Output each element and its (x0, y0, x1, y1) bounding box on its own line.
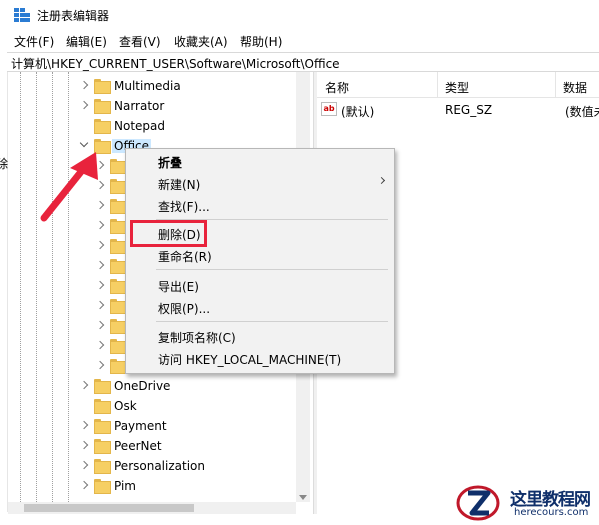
tree-item-label: Notepad (114, 119, 165, 133)
value-data: (数值未 (565, 105, 599, 119)
folder-icon (110, 259, 127, 274)
tree-item-peernet[interactable]: PeerNet (8, 436, 308, 456)
folder-icon (94, 119, 111, 134)
tree-item-payment[interactable]: Payment (8, 416, 308, 436)
folder-icon (110, 279, 127, 294)
chevron-right-icon[interactable] (96, 299, 106, 313)
folder-icon (94, 419, 111, 434)
folder-icon (110, 179, 127, 194)
menu-item-new[interactable]: 新建(N) (126, 173, 394, 193)
value-row[interactable]: ab (默认) REG_SZ (数值未 (317, 102, 599, 120)
folder-icon (94, 379, 111, 394)
value-type: REG_SZ (445, 103, 493, 117)
menu-help[interactable]: 帮助(H) (240, 33, 282, 50)
folder-icon (110, 159, 127, 174)
left-edge-text: 除 (0, 157, 9, 171)
tree-item-label: Personalization (114, 459, 205, 473)
chevron-right-icon[interactable] (80, 379, 90, 393)
folder-icon (110, 199, 127, 214)
tree-horizontal-scrollbar[interactable] (8, 502, 296, 514)
menu-separator (156, 321, 388, 322)
menu-file[interactable]: 文件(F) (14, 33, 54, 50)
value-name: (默认) (341, 105, 375, 119)
chevron-right-icon (377, 176, 386, 185)
tree-item-label: Narrator (114, 99, 165, 113)
column-type[interactable]: 类型 (445, 79, 469, 96)
column-divider[interactable] (555, 72, 556, 98)
tree-item-label: Multimedia (114, 79, 181, 93)
chevron-right-icon[interactable] (80, 99, 90, 113)
site-logo-icon (456, 485, 500, 521)
address-path: 计算机\HKEY_CURRENT_USER\Software\Microsoft… (11, 57, 340, 71)
tree-item-personalization[interactable]: Personalization (8, 456, 308, 476)
window-title: 注册表编辑器 (37, 9, 110, 23)
folder-icon (94, 459, 111, 474)
annotation-arrow-icon (40, 152, 98, 222)
folder-icon (110, 239, 127, 254)
chevron-right-icon[interactable] (96, 319, 106, 333)
tree-item-label: Payment (114, 419, 167, 433)
chevron-right-icon[interactable] (80, 459, 90, 473)
column-data[interactable]: 数据 (563, 79, 587, 96)
menu-item-permissions[interactable]: 权限(P)... (126, 297, 394, 317)
menu-bar: 文件(F) 编辑(E) 查看(V) 收藏夹(A) 帮助(H) (0, 30, 599, 52)
title-bar: 注册表编辑器 (0, 0, 599, 30)
chevron-right-icon[interactable] (96, 239, 106, 253)
menu-item-export[interactable]: 导出(E) (126, 275, 394, 295)
tree-item-notepad[interactable]: Notepad (8, 116, 308, 136)
menu-view[interactable]: 查看(V) (119, 33, 161, 50)
tree-item-pim[interactable]: Pim (8, 476, 308, 496)
watermark-url: herecours.com (514, 507, 589, 518)
chevron-right-icon[interactable] (80, 419, 90, 433)
context-menu: 折叠 新建(N) 查找(F)... 删除(D) 重命名(R) 导出(E) 权限(… (125, 148, 395, 374)
folder-icon (94, 79, 111, 94)
menu-edit[interactable]: 编辑(E) (66, 33, 107, 50)
folder-icon (110, 219, 127, 234)
menu-item-collapse[interactable]: 折叠 (126, 151, 394, 171)
tree-item-multimedia[interactable]: Multimedia (8, 76, 308, 96)
menu-item-copy-key-name[interactable]: 复制项名称(C) (126, 326, 394, 346)
tree-item-label: PeerNet (114, 439, 162, 453)
scrollbar-thumb[interactable] (24, 504, 194, 512)
chevron-right-icon[interactable] (96, 279, 106, 293)
folder-icon (110, 319, 127, 334)
chevron-right-icon[interactable] (80, 439, 90, 453)
menu-item-find[interactable]: 查找(F)... (126, 195, 394, 215)
tree-item-osk[interactable]: Osk (8, 396, 308, 416)
string-value-icon: ab (321, 102, 337, 116)
tree-item-label: OneDrive (114, 379, 171, 393)
menu-favorites[interactable]: 收藏夹(A) (174, 33, 228, 50)
folder-icon (110, 359, 127, 374)
site-watermark: 这里教程网 herecours.com (450, 482, 599, 525)
folder-icon (110, 339, 127, 354)
folder-icon (94, 399, 111, 414)
chevron-right-icon[interactable] (96, 339, 106, 353)
folder-icon (94, 479, 111, 494)
chevron-right-icon[interactable] (80, 479, 90, 493)
tree-item-narrator[interactable]: Narrator (8, 96, 308, 116)
scroll-down-icon[interactable] (299, 495, 307, 500)
tree-item-onedrive[interactable]: OneDrive (8, 376, 308, 396)
chevron-right-icon[interactable] (80, 79, 90, 93)
menu-separator (156, 269, 388, 270)
tree-item-label: Pim (114, 479, 136, 493)
column-header: 名称 类型 数据 (317, 72, 599, 98)
folder-icon (94, 439, 111, 454)
address-bar[interactable]: 计算机\HKEY_CURRENT_USER\Software\Microsoft… (7, 52, 599, 72)
folder-icon (94, 99, 111, 114)
column-divider[interactable] (437, 72, 438, 98)
menu-item-goto-hklm[interactable]: 访问 HKEY_LOCAL_MACHINE(T) (126, 348, 394, 368)
left-edge-panel: 除 (0, 72, 8, 512)
chevron-right-icon[interactable] (96, 359, 106, 373)
annotation-highlight-box (130, 220, 207, 247)
registry-editor-icon (14, 8, 30, 22)
tree-item-label: Osk (114, 399, 137, 413)
column-name[interactable]: 名称 (325, 79, 349, 96)
menu-item-rename[interactable]: 重命名(R) (126, 245, 394, 265)
chevron-right-icon[interactable] (96, 259, 106, 273)
folder-icon (110, 299, 127, 314)
